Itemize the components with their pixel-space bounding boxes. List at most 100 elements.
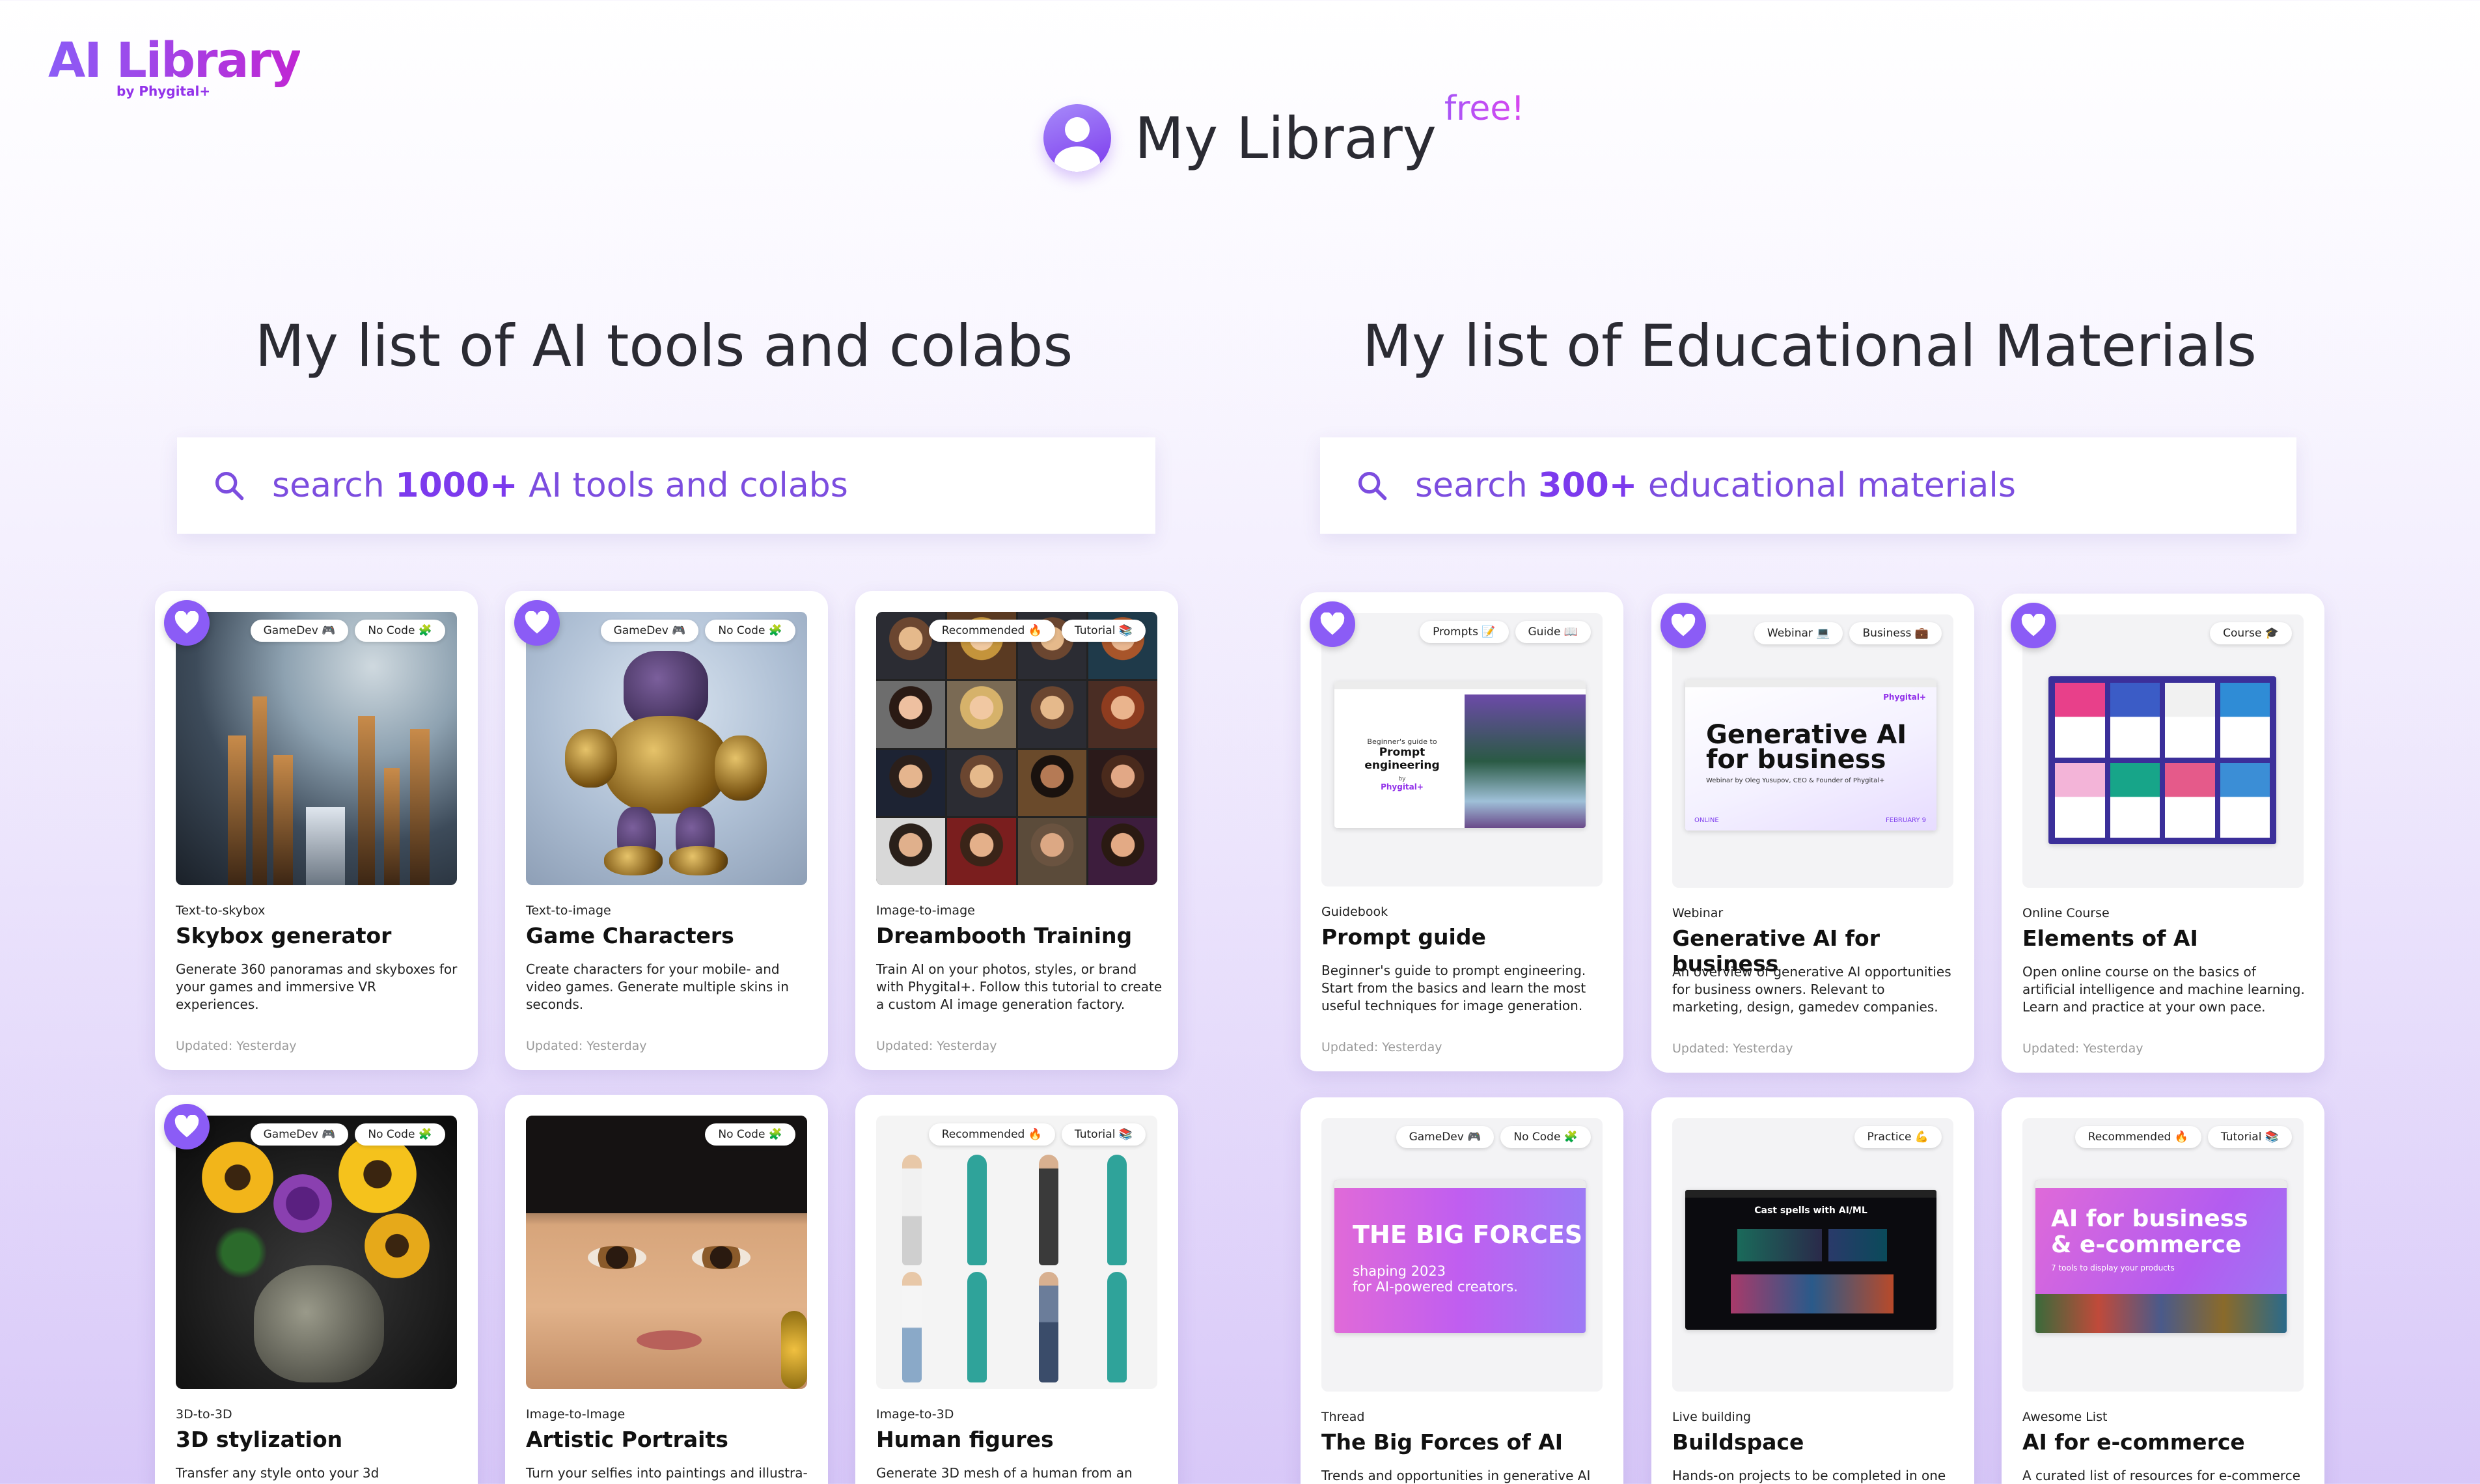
screen-sub-1: shaping 2023	[1353, 1263, 1446, 1279]
tag-guide[interactable]: Guide 📖	[1515, 621, 1591, 643]
card-title[interactable]: Prompt guide	[1321, 924, 1486, 950]
tag-gamedev[interactable]: GameDev 🎮	[1396, 1126, 1495, 1148]
card-title[interactable]: The Big Forces of AI	[1321, 1429, 1563, 1455]
card-thumbnail: THE BIG FORCES shaping 2023 for AI-power…	[1321, 1118, 1603, 1392]
tool-card-3d-stylization[interactable]: GameDev 🎮 No Code 🧩 3D-to-3D 3D stylizat…	[155, 1095, 478, 1484]
card-thumbnail	[876, 1116, 1157, 1389]
screen-small: Beginner's guide to	[1367, 737, 1437, 746]
tag-tutorial[interactable]: Tutorial 📚	[1061, 620, 1146, 642]
tool-card-game-characters[interactable]: GameDev 🎮 No Code 🧩 Text-to-image Game C…	[505, 591, 828, 1070]
card-description: A curated list of resources for e-commer…	[2022, 1468, 2301, 1483]
card-thumbnail	[526, 612, 807, 885]
edu-card-generative-ai-business[interactable]: Phygital+ Generative AI for business Web…	[1651, 594, 1974, 1073]
card-description: Transfer any style onto your 3d environm…	[176, 1465, 379, 1484]
card-category: Guidebook	[1321, 905, 1388, 919]
tag-no-code[interactable]: No Code 🧩	[705, 620, 795, 642]
card-category: Image-to-Image	[526, 1407, 626, 1422]
card-tags: GameDev 🎮 No Code 🧩	[600, 620, 795, 642]
tag-business[interactable]: Business 💼	[1849, 622, 1942, 644]
card-title[interactable]: Dreambooth Training	[876, 923, 1132, 948]
card-description: An overview of generative AI opportuniti…	[1672, 964, 1951, 1015]
tag-gamedev[interactable]: GameDev 🎮	[600, 620, 699, 642]
card-title[interactable]: Game Characters	[526, 923, 734, 948]
tool-card-human-figures[interactable]: Recommended 🔥 Tutorial 📚 Image-to-3D Hum…	[855, 1095, 1178, 1484]
screen-brand: Phygital+	[1883, 693, 1926, 702]
tag-no-code[interactable]: No Code 🧩	[355, 1123, 445, 1146]
card-description: Generate 360 panoramas and skyboxes for …	[176, 961, 458, 1012]
search-icon	[1358, 471, 1387, 501]
card-description: Open online course on the basics of arti…	[2022, 964, 2305, 1015]
tag-recommended[interactable]: Recommended 🔥	[928, 620, 1055, 642]
favorite-heart-icon[interactable]	[1310, 601, 1355, 647]
tag-practice[interactable]: Practice 💪	[1854, 1126, 1942, 1148]
card-tags: GameDev 🎮 No Code 🧩	[250, 1123, 445, 1146]
tool-card-artistic-portraits[interactable]: No Code 🧩 Image-to-Image Artistic Portra…	[505, 1095, 828, 1484]
card-description: Trends and opportunities in generative A…	[1321, 1468, 1591, 1483]
edu-card-ai-ecommerce[interactable]: AI for business & e-commerce 7 tools to …	[2002, 1097, 2324, 1484]
card-category: Live building	[1672, 1410, 1751, 1424]
edu-search-placeholder: search 300+ educational materials	[1415, 466, 2016, 505]
card-title[interactable]: Human figures	[876, 1427, 1054, 1452]
card-category: Awesome List	[2022, 1410, 2108, 1424]
card-category: Image-to-image	[876, 903, 975, 918]
card-title[interactable]: Skybox generator	[176, 923, 391, 948]
edu-search-input[interactable]: search 300+ educational materials	[1320, 437, 2296, 534]
tool-card-dreambooth[interactable]: Recommended 🔥 Tutorial 📚 Image-to-image …	[855, 591, 1178, 1070]
edu-card-big-forces[interactable]: THE BIG FORCES shaping 2023 for AI-power…	[1301, 1097, 1623, 1484]
favorite-heart-icon[interactable]	[2011, 603, 2056, 648]
screen-big: Prompt engineering	[1364, 746, 1440, 772]
tag-prompts[interactable]: Prompts 📝	[1420, 621, 1509, 643]
tool-card-skybox[interactable]: GameDev 🎮 No Code 🧩 Text-to-skybox Skybo…	[155, 591, 478, 1070]
logo-title: AI Library	[48, 33, 301, 89]
card-tags: GameDev 🎮 No Code 🧩	[1396, 1126, 1591, 1148]
tag-recommended[interactable]: Recommended 🔥	[928, 1123, 1055, 1146]
card-category: Thread	[1321, 1410, 1365, 1424]
ai-library-logo[interactable]: AI Library by Phygital+	[48, 33, 301, 99]
card-title[interactable]: 3D stylization	[176, 1427, 342, 1452]
screen-by: Webinar by Oleg Yusupov, CEO & Founder o…	[1706, 777, 1885, 784]
edu-card-buildspace[interactable]: Cast spells with AI/ML Practice 💪 Live b…	[1651, 1097, 1974, 1484]
card-category: Text-to-skybox	[176, 903, 266, 918]
screen-title: Cast spells with AI/ML	[1754, 1205, 1867, 1216]
card-title[interactable]: Artistic Portraits	[526, 1427, 728, 1452]
card-tags: Recommended 🔥 Tutorial 📚	[928, 1123, 1146, 1146]
tag-no-code[interactable]: No Code 🧩	[1500, 1126, 1591, 1148]
screen-by: by	[1398, 776, 1406, 782]
card-thumbnail	[526, 1116, 807, 1389]
card-title[interactable]: AI for e-commerce	[2022, 1429, 2245, 1455]
tag-course[interactable]: Course 🎓	[2210, 622, 2292, 644]
favorite-heart-icon[interactable]	[514, 600, 560, 646]
card-tags: Recommended 🔥 Tutorial 📚	[928, 620, 1146, 642]
card-description: Train AI on your photos, styles, or bran…	[876, 961, 1163, 1012]
card-title[interactable]: Buildspace	[1672, 1429, 1804, 1455]
screen-sub: 7 tools to display your products	[2051, 1263, 2175, 1272]
card-tags: GameDev 🎮 No Code 🧩	[250, 620, 445, 642]
card-tags: Prompts 📝 Guide 📖	[1420, 621, 1591, 643]
user-avatar-icon[interactable]	[1043, 104, 1112, 172]
card-tags: Recommended 🔥 Tutorial 📚	[2074, 1126, 2292, 1148]
edu-card-prompt-guide[interactable]: Beginner's guide to Prompt engineering b…	[1301, 592, 1623, 1071]
page-title-text: My Library	[1135, 104, 1437, 172]
tag-webinar[interactable]: Webinar 💻	[1754, 622, 1843, 644]
card-updated: Updated: Yesterday	[1672, 1041, 1793, 1056]
card-tags: Course 🎓	[2210, 622, 2292, 644]
card-thumbnail	[2022, 614, 2304, 888]
tag-recommended[interactable]: Recommended 🔥	[2074, 1126, 2201, 1148]
tag-tutorial[interactable]: Tutorial 📚	[1061, 1123, 1146, 1146]
edu-card-elements-of-ai[interactable]: Course 🎓 Online Course Elements of AI Op…	[2002, 594, 2324, 1073]
card-title[interactable]: Elements of AI	[2022, 926, 2198, 951]
tag-no-code[interactable]: No Code 🧩	[705, 1123, 795, 1146]
screen-title-line-1: Generative AI	[1706, 720, 1907, 750]
tag-tutorial[interactable]: Tutorial 📚	[2207, 1126, 2292, 1148]
tag-gamedev[interactable]: GameDev 🎮	[250, 620, 349, 642]
tag-gamedev[interactable]: GameDev 🎮	[250, 1123, 349, 1146]
favorite-heart-icon[interactable]	[164, 1104, 210, 1149]
tag-no-code[interactable]: No Code 🧩	[355, 620, 445, 642]
card-tags: Practice 💪	[1854, 1126, 1942, 1148]
tools-search-input[interactable]: search 1000+ AI tools and colabs	[177, 437, 1155, 534]
favorite-heart-icon[interactable]	[164, 600, 210, 646]
favorite-heart-icon[interactable]	[1660, 603, 1706, 648]
page-title: My Library free!	[1135, 89, 1524, 172]
card-thumbnail: Beginner's guide to Prompt engineering b…	[1321, 613, 1603, 886]
screen-title-line-2: & e-commerce	[2051, 1231, 2242, 1258]
